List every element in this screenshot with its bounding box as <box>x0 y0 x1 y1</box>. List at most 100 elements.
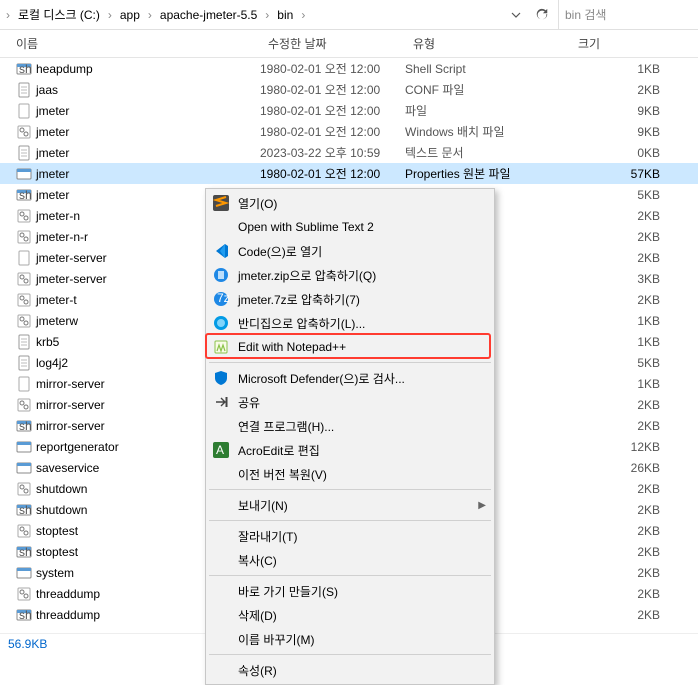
svg-text:sh: sh <box>19 62 32 76</box>
file-size: 2KB <box>570 545 680 559</box>
file-size: 0KB <box>570 146 680 160</box>
menu-item[interactable]: 바로 가기 만들기(S) <box>208 579 492 603</box>
refresh-button[interactable] <box>530 3 554 27</box>
chevron-right-icon: › <box>263 8 271 22</box>
file-size: 2KB <box>570 482 680 496</box>
file-size: 1KB <box>570 377 680 391</box>
breadcrumb-segment[interactable]: 로컬 디스크 (C:) <box>12 2 106 27</box>
menu-item[interactable]: Code(으)로 열기 <box>208 239 492 263</box>
menu-icon-blank <box>212 661 230 679</box>
file-type-icon <box>16 229 32 245</box>
menu-icon-blank <box>212 465 230 483</box>
file-row[interactable]: jaas1980-02-01 오전 12:00CONF 파일2KB <box>0 79 698 100</box>
breadcrumb-segment[interactable]: bin <box>271 4 299 26</box>
file-row[interactable]: jmeter2023-03-22 오후 10:59텍스트 문서0KB <box>0 142 698 163</box>
file-size: 5KB <box>570 188 680 202</box>
column-header-type[interactable]: 유형 <box>405 35 570 52</box>
column-header-name[interactable]: 이름 <box>0 35 260 52</box>
menu-item[interactable]: Open with Sublime Text 2 <box>208 215 492 239</box>
file-date: 2023-03-22 오후 10:59 <box>260 144 405 161</box>
file-type-icon <box>16 460 32 476</box>
file-name: threaddump <box>36 608 100 622</box>
file-size: 1KB <box>570 314 680 328</box>
svg-text:sh: sh <box>19 188 32 202</box>
status-text: 56.9KB <box>8 637 47 651</box>
acro-icon: A <box>212 441 230 459</box>
file-size: 2KB <box>570 230 680 244</box>
menu-item[interactable]: Microsoft Defender(으)로 검사... <box>208 366 492 390</box>
search-box[interactable]: bin 검색 <box>558 0 698 30</box>
menu-item[interactable]: Edit with Notepad++ <box>208 335 492 359</box>
file-type: CONF 파일 <box>405 81 570 98</box>
file-type-icon <box>16 523 32 539</box>
menu-icon-blank <box>212 630 230 648</box>
menu-item[interactable]: 잘라내기(T) <box>208 524 492 548</box>
file-type-icon <box>16 481 32 497</box>
column-header-size[interactable]: 크기 <box>570 35 680 52</box>
menu-item[interactable]: 7zjmeter.7z로 압축하기(7) <box>208 287 492 311</box>
file-name: stoptest <box>36 545 78 559</box>
bandi7z-icon: 7z <box>212 290 230 308</box>
file-size: 2KB <box>570 419 680 433</box>
menu-item[interactable]: jmeter.zip으로 압축하기(Q) <box>208 263 492 287</box>
menu-item[interactable]: 반디집으로 압축하기(L)... <box>208 311 492 335</box>
menu-item-label: 이전 버전 복원(V) <box>238 466 486 483</box>
menu-item[interactable]: 열기(O) <box>208 191 492 215</box>
share-icon <box>212 393 230 411</box>
file-row[interactable]: jmeter1980-02-01 오전 12:00파일9KB <box>0 100 698 121</box>
file-name: jmeter <box>36 104 69 118</box>
menu-icon-blank <box>212 218 230 236</box>
menu-item[interactable]: 보내기(N)▶ <box>208 493 492 517</box>
column-header-date[interactable]: 수정한 날짜 <box>260 35 405 52</box>
menu-separator <box>209 489 491 490</box>
file-date: 1980-02-01 오전 12:00 <box>260 165 405 182</box>
menu-icon-blank <box>212 496 230 514</box>
address-bar-buttons <box>500 3 558 27</box>
file-row[interactable]: jmeter1980-02-01 오전 12:00Properties 원본 파… <box>0 163 698 184</box>
menu-item[interactable]: 이름 바꾸기(M) <box>208 627 492 651</box>
file-name: threaddump <box>36 587 100 601</box>
file-name: jmeter-n <box>36 209 80 223</box>
file-name: shutdown <box>36 482 87 496</box>
chevron-right-icon: › <box>4 8 12 22</box>
menu-item[interactable]: 연결 프로그램(H)... <box>208 414 492 438</box>
file-type-icon <box>16 586 32 602</box>
menu-icon-blank <box>212 606 230 624</box>
breadcrumb-segment[interactable]: app <box>114 4 146 26</box>
search-placeholder: bin 검색 <box>565 6 606 23</box>
menu-item-label: Edit with Notepad++ <box>238 340 486 354</box>
file-size: 9KB <box>570 125 680 139</box>
chevron-right-icon: › <box>106 8 114 22</box>
menu-item[interactable]: 삭제(D) <box>208 603 492 627</box>
file-size: 1KB <box>570 62 680 76</box>
menu-item[interactable]: AAcroEdit로 편집 <box>208 438 492 462</box>
menu-item[interactable]: 공유 <box>208 390 492 414</box>
file-size: 2KB <box>570 398 680 412</box>
file-type-icon <box>16 334 32 350</box>
file-size: 9KB <box>570 104 680 118</box>
menu-separator <box>209 520 491 521</box>
breadcrumb-segment[interactable]: apache-jmeter-5.5 <box>154 4 263 26</box>
file-name: jmeter <box>36 125 69 139</box>
file-size: 1KB <box>570 335 680 349</box>
file-type-icon <box>16 565 32 581</box>
menu-item[interactable]: 속성(R) <box>208 658 492 682</box>
file-name: jmeter-n-r <box>36 230 88 244</box>
breadcrumbs: › 로컬 디스크 (C:) › app › apache-jmeter-5.5 … <box>0 2 500 27</box>
file-type: 텍스트 문서 <box>405 144 570 161</box>
file-row[interactable]: shheapdump1980-02-01 오전 12:00Shell Scrip… <box>0 58 698 79</box>
file-name: jmeter-server <box>36 272 107 286</box>
file-row[interactable]: jmeter1980-02-01 오전 12:00Windows 배치 파일9K… <box>0 121 698 142</box>
dropdown-button[interactable] <box>504 3 528 27</box>
file-size: 2KB <box>570 587 680 601</box>
file-name: mirror-server <box>36 377 105 391</box>
menu-item[interactable]: 이전 버전 복원(V) <box>208 462 492 486</box>
file-type-icon: sh <box>16 187 32 203</box>
menu-item-label: 반디집으로 압축하기(L)... <box>238 315 486 332</box>
menu-item-label: 속성(R) <box>238 662 486 679</box>
bandimain-icon <box>212 314 230 332</box>
file-type-icon <box>16 145 32 161</box>
file-size: 2KB <box>570 209 680 223</box>
defender-icon <box>212 369 230 387</box>
menu-item[interactable]: 복사(C) <box>208 548 492 572</box>
